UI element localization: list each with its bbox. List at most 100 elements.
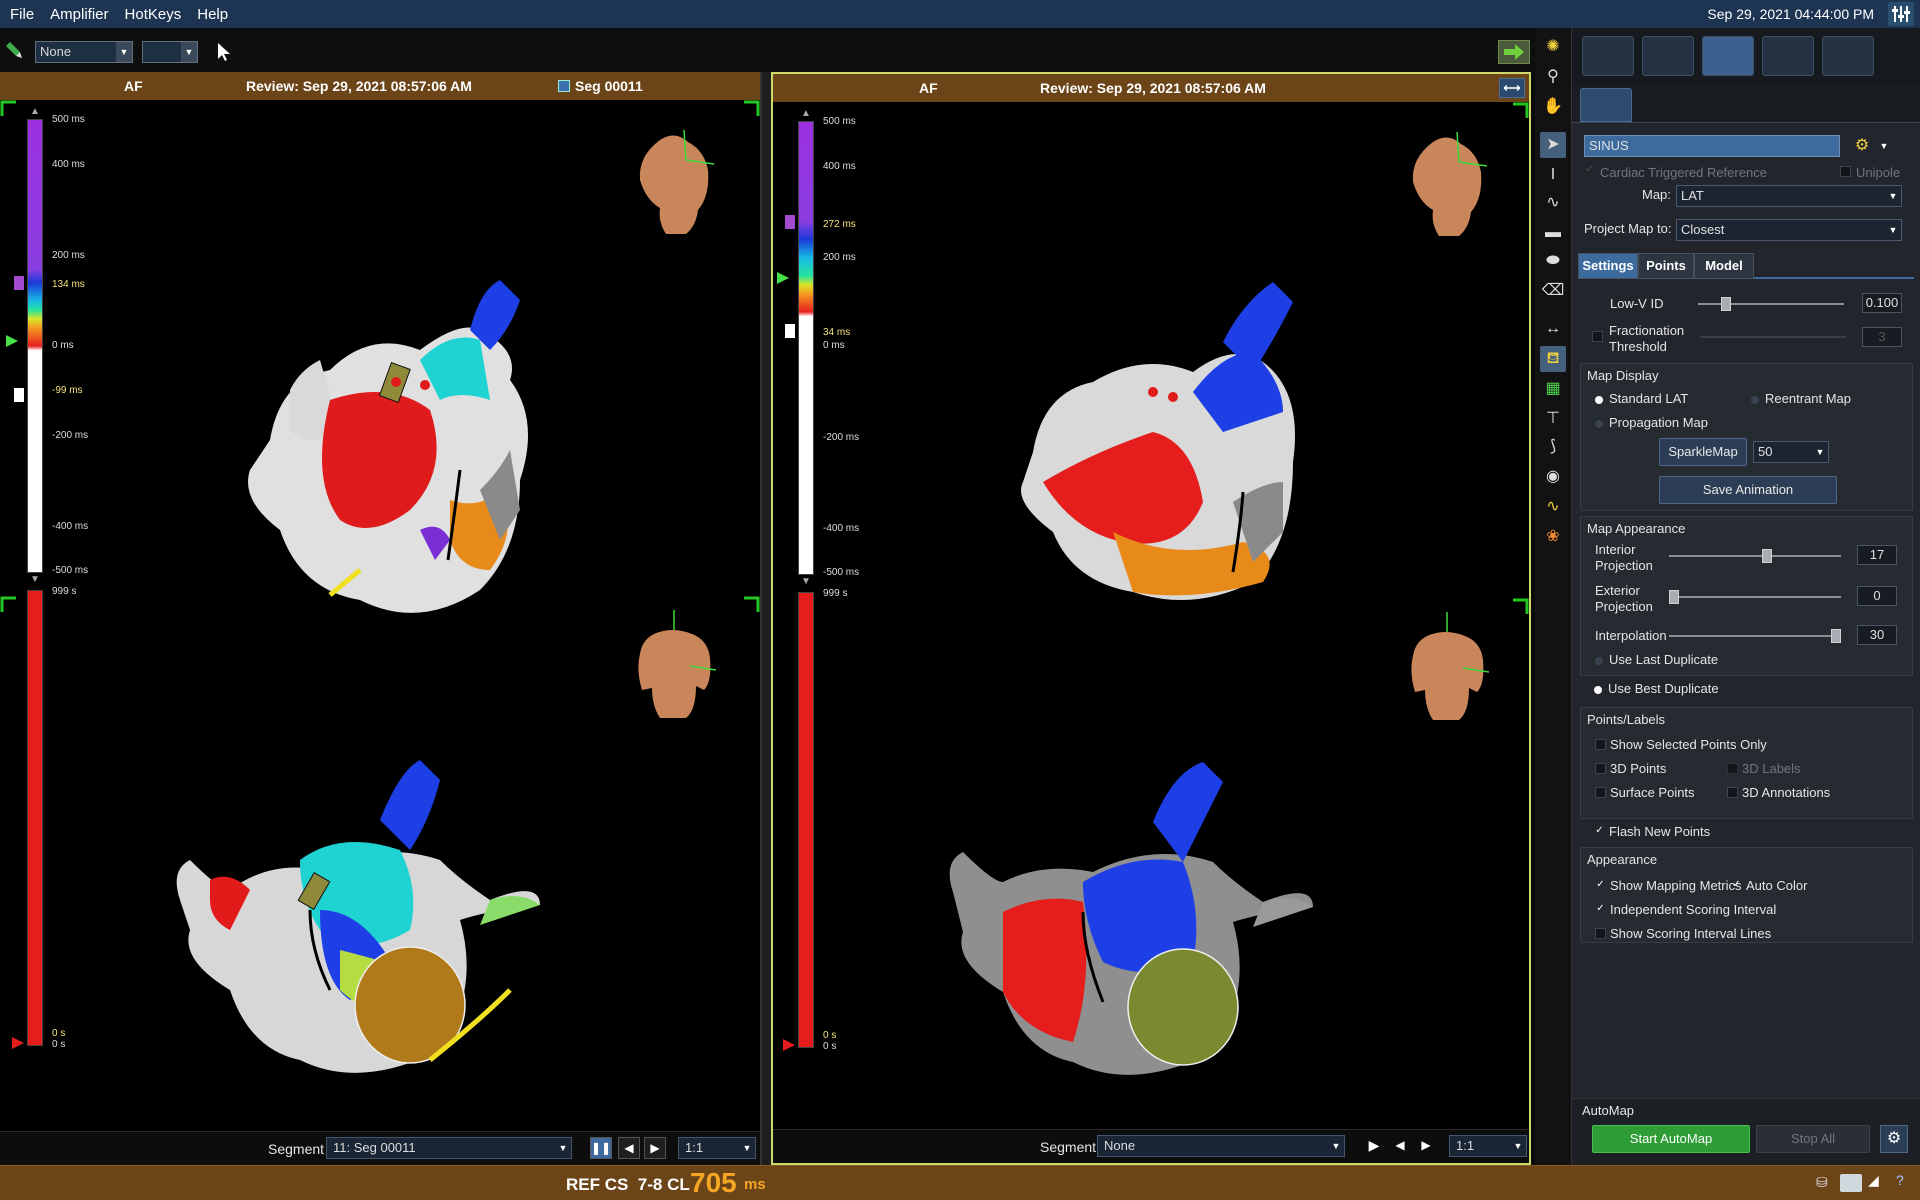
use-best-duplicate-radio[interactable] xyxy=(1594,686,1602,694)
play-button[interactable]: ▶ xyxy=(1363,1135,1385,1157)
automap-settings-gear-icon[interactable]: ⚙ xyxy=(1880,1125,1908,1153)
flash-new-points-checkbox[interactable]: ✓ xyxy=(1594,826,1605,837)
map-style-icon[interactable]: ❀ xyxy=(1540,524,1566,550)
propagation-map-radio[interactable] xyxy=(1595,420,1603,428)
playback-ratio-select[interactable]: 1:1 ▼ xyxy=(1449,1135,1527,1157)
catheter-view-icon[interactable]: ⟆ xyxy=(1540,434,1566,460)
select-pointer-icon[interactable]: ➤ xyxy=(1540,132,1566,158)
step-back-button[interactable]: ◀ xyxy=(618,1137,640,1159)
playback-ratio-select[interactable]: 1:1 ▼ xyxy=(678,1137,756,1159)
low-v-value[interactable]: 0.100 xyxy=(1862,293,1902,313)
signal-icon[interactable]: ◢ xyxy=(1868,1172,1890,1194)
start-automap-button[interactable]: Start AutoMap xyxy=(1592,1125,1750,1153)
forward-arrow-icon[interactable] xyxy=(1498,40,1530,64)
tab-mapping-icon[interactable] xyxy=(1702,36,1754,76)
step-back-button[interactable]: ◀ xyxy=(1389,1135,1411,1157)
slider-thumb[interactable] xyxy=(1831,629,1841,643)
independent-scoring-checkbox[interactable]: ✓ xyxy=(1595,904,1606,915)
pointer-tool-icon[interactable] xyxy=(216,42,232,62)
annotations-3d-checkbox[interactable] xyxy=(1727,787,1738,798)
cardiac-triggered-checkbox[interactable]: ✓ xyxy=(1584,165,1595,176)
menu-help[interactable]: Help xyxy=(189,6,236,23)
heart-map-3d-bottom[interactable] xyxy=(160,760,580,1080)
fractionation-value[interactable]: 3 xyxy=(1862,327,1902,347)
measure-distance-icon[interactable]: ↔ xyxy=(1540,316,1566,342)
exterior-projection-slider[interactable] xyxy=(1669,590,1841,604)
standard-lat-radio[interactable] xyxy=(1595,396,1603,404)
visibility-eye-icon[interactable]: ◉ xyxy=(1540,464,1566,490)
show-mapping-metrics-checkbox[interactable]: ✓ xyxy=(1595,880,1606,891)
segment-select[interactable]: 11: Seg 00011 ▼ xyxy=(326,1137,572,1159)
text-cursor-icon[interactable]: I xyxy=(1540,162,1566,188)
map-type-select[interactable]: LAT ▼ xyxy=(1676,185,1902,207)
tab-model[interactable]: Model xyxy=(1694,253,1754,279)
curve-tool-icon[interactable]: ∿ xyxy=(1540,190,1566,216)
tab-monitor-icon[interactable] xyxy=(1762,36,1814,76)
map-settings-gear-icon[interactable]: ⚙ xyxy=(1850,135,1874,157)
right-map-viewport[interactable]: ▲ ▼ 500 ms 400 ms 272 ms 200 ms 34 ms 0 … xyxy=(773,102,1529,1119)
paint-bucket-icon[interactable]: ⛾ xyxy=(1540,346,1566,372)
heart-map-3d-top[interactable] xyxy=(220,270,550,640)
tab-settings[interactable]: Settings xyxy=(1578,253,1638,279)
segment-select[interactable]: None ▼ xyxy=(1097,1135,1345,1157)
catheter-tool-icon[interactable] xyxy=(4,40,24,60)
heart-map-3d-bottom[interactable] xyxy=(933,762,1353,1082)
slider-thumb[interactable] xyxy=(1669,590,1679,604)
step-forward-button[interactable]: ▶ xyxy=(1415,1135,1437,1157)
map-subtab-icon[interactable] xyxy=(1580,88,1632,122)
map-options-chevron-icon[interactable]: ▼ xyxy=(1876,135,1892,157)
toolbar-select-primary[interactable]: None ▼ xyxy=(35,41,133,63)
unipole-checkbox[interactable] xyxy=(1840,166,1851,177)
help-icon[interactable]: ? xyxy=(1896,1172,1916,1194)
torso-orientation-icon[interactable] xyxy=(1403,132,1489,242)
interpolation-slider[interactable] xyxy=(1669,629,1841,643)
system-settings-icon[interactable] xyxy=(1888,2,1914,26)
torso-orientation-icon[interactable] xyxy=(630,130,716,240)
left-map-viewport[interactable]: ▲ ▼ 500 ms 400 ms 200 ms 134 ms 0 ms -99… xyxy=(0,100,760,1117)
ellipse-tool-icon[interactable]: ⬬ xyxy=(1540,248,1566,274)
eraser-icon[interactable]: ⌫ xyxy=(1540,278,1566,304)
heart-map-3d-top[interactable] xyxy=(993,282,1323,612)
interpolation-value[interactable]: 30 xyxy=(1857,625,1897,645)
surface-points-checkbox[interactable] xyxy=(1595,787,1606,798)
slider-thumb[interactable] xyxy=(1762,549,1772,563)
tab-report-icon[interactable] xyxy=(1822,36,1874,76)
show-selected-points-checkbox[interactable] xyxy=(1595,739,1606,750)
auto-color-checkbox[interactable]: ✓ xyxy=(1731,880,1742,891)
torso-orientation-icon[interactable] xyxy=(1403,612,1489,722)
toolbar-select-secondary[interactable]: ▼ xyxy=(142,41,198,63)
slider-thumb[interactable] xyxy=(1721,297,1731,311)
menu-amplifier[interactable]: Amplifier xyxy=(42,6,116,23)
save-animation-button[interactable]: Save Animation xyxy=(1659,476,1837,504)
expand-pane-icon[interactable]: ⟷ xyxy=(1499,78,1525,98)
tab-sphere-icon[interactable] xyxy=(1642,36,1694,76)
labels-3d-checkbox[interactable] xyxy=(1727,763,1738,774)
project-map-select[interactable]: Closest ▼ xyxy=(1676,219,1902,241)
reentrant-map-radio[interactable] xyxy=(1751,396,1759,404)
storage-icon[interactable] xyxy=(1840,1174,1862,1192)
exterior-projection-value[interactable]: 0 xyxy=(1857,586,1897,606)
pin-tool-icon[interactable]: ⊤ xyxy=(1540,406,1566,432)
pause-button[interactable]: ❚❚ xyxy=(590,1137,612,1159)
torso-orientation-icon[interactable] xyxy=(630,610,716,720)
interior-projection-slider[interactable] xyxy=(1669,549,1841,563)
screen-layout-icon[interactable]: ▦ xyxy=(1540,376,1566,402)
stop-all-button[interactable]: Stop All xyxy=(1756,1125,1870,1153)
lighting-icon[interactable]: ✺ xyxy=(1540,34,1566,60)
pan-hand-icon[interactable]: ✋ xyxy=(1540,94,1566,120)
zoom-icon[interactable]: ⚲ xyxy=(1540,64,1566,90)
step-forward-button[interactable]: ▶ xyxy=(644,1137,666,1159)
use-last-duplicate-radio[interactable] xyxy=(1595,657,1603,665)
network-icon[interactable]: ⛁ xyxy=(1816,1174,1834,1192)
tab-anatomy-icon[interactable] xyxy=(1582,36,1634,76)
fractionation-slider[interactable] xyxy=(1700,336,1846,338)
fractionation-checkbox[interactable] xyxy=(1592,331,1603,342)
sparklemap-select[interactable]: 50 ▼ xyxy=(1753,441,1829,463)
low-v-slider[interactable] xyxy=(1698,297,1844,311)
interior-projection-value[interactable]: 17 xyxy=(1857,545,1897,565)
show-scoring-lines-checkbox[interactable] xyxy=(1595,928,1606,939)
points-3d-checkbox[interactable] xyxy=(1595,763,1606,774)
tab-points[interactable]: Points xyxy=(1638,253,1694,279)
pane-divider-handle[interactable] xyxy=(762,72,771,1165)
menu-file[interactable]: File xyxy=(2,6,42,23)
